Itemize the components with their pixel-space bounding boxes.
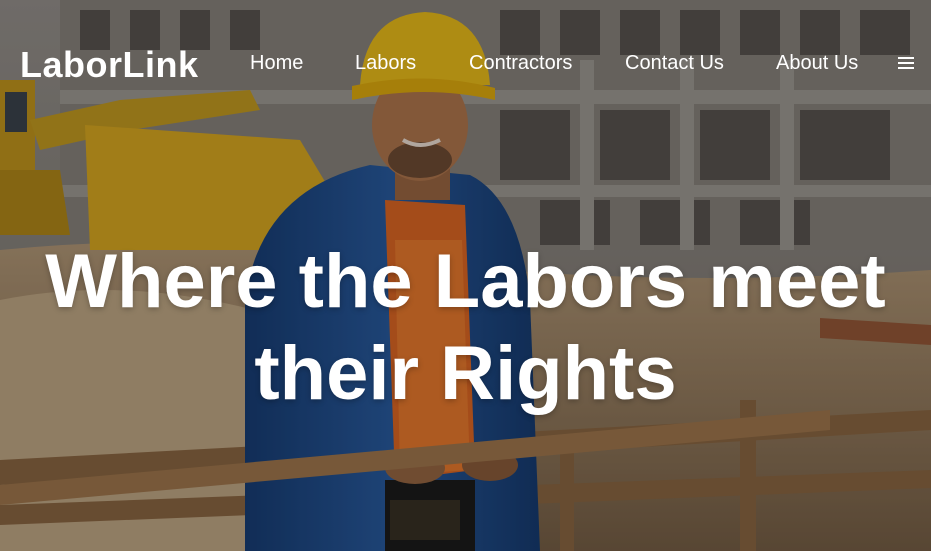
hero-headline-line1: Where the Labors meet	[45, 239, 886, 324]
hero-headline: Where the Labors meet their Rights	[0, 236, 931, 420]
top-navbar: LaborLink Home Labors Contractors Contac…	[0, 0, 931, 125]
nav-link-contractors[interactable]: Contractors	[469, 50, 572, 76]
nav-link-contact-us[interactable]: Contact Us	[625, 50, 724, 76]
nav-link-labors[interactable]: Labors	[355, 50, 416, 76]
nav-links: Home Labors Contractors Contact Us About…	[0, 50, 931, 78]
nav-link-home[interactable]: Home	[250, 50, 303, 76]
hamburger-menu-icon[interactable]	[898, 55, 916, 71]
hero-headline-line2: their Rights	[254, 331, 677, 416]
nav-link-about-us[interactable]: About Us	[776, 50, 858, 76]
